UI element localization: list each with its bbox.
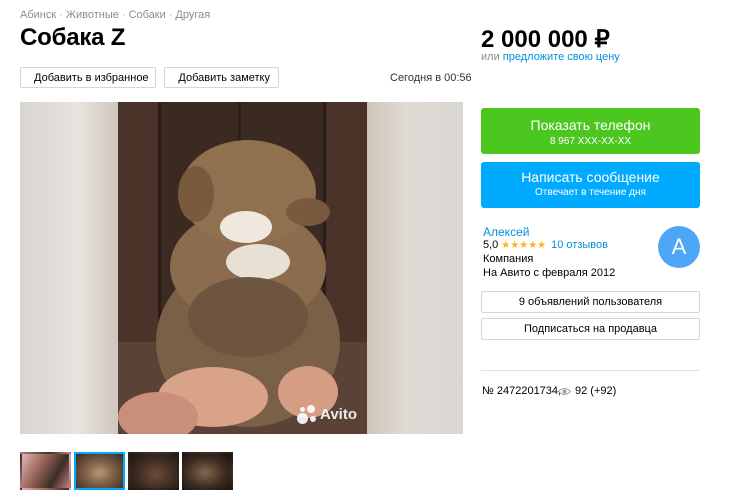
dog-photo[interactable] <box>118 102 367 434</box>
eye-icon <box>558 387 571 395</box>
views-counter: 92 (+92) <box>558 385 616 397</box>
reviews-link[interactable]: 10 отзывов <box>551 239 608 251</box>
breadcrumb-item[interactable]: Собаки <box>129 9 166 21</box>
show-phone-button[interactable]: Показать телефон 8 967 XXX-XX-XX <box>481 108 700 154</box>
response-time: Отвечает в течение дня <box>535 187 646 198</box>
seller-name-link[interactable]: Алексей <box>483 225 529 239</box>
show-phone-label: Показать телефон <box>530 117 651 133</box>
breadcrumb-item[interactable]: Абинск <box>20 9 56 21</box>
add-to-favorites-label: Добавить в избранное <box>34 71 149 84</box>
photo-blur-left <box>20 102 118 434</box>
divider <box>481 370 700 371</box>
photo-gallery[interactable]: Avito <box>20 102 463 434</box>
price: 2 000 000 ₽ <box>481 26 610 53</box>
thumbnail[interactable] <box>20 452 71 490</box>
breadcrumb-item[interactable]: Животные <box>66 9 119 21</box>
rating-stars-icon: ★★★★★ <box>501 239 547 251</box>
offer-price-link[interactable]: предложите свою цену <box>503 51 620 63</box>
avito-watermark: Avito <box>297 404 357 424</box>
thumbnail[interactable] <box>128 452 179 490</box>
seller-rating: 5,0 ★★★★★ 10 отзывов <box>483 239 608 251</box>
add-note-label: Добавить заметку <box>178 71 270 84</box>
phone-masked: 8 967 XXX-XX-XX <box>549 136 632 147</box>
offer-prefix: или <box>481 51 500 63</box>
thumbnail[interactable] <box>182 452 233 490</box>
avito-logo-icon <box>297 404 317 424</box>
add-note-button[interactable]: Добавить заметку <box>164 67 279 88</box>
breadcrumb-item[interactable]: Другая <box>175 9 210 21</box>
item-number: № 2472201734, <box>482 385 562 397</box>
offer-price-line: или предложите свою цену <box>481 51 620 63</box>
seller-avatar[interactable]: А <box>658 226 700 268</box>
rating-value: 5,0 <box>483 239 499 251</box>
subscribe-seller-button[interactable]: Подписаться на продавца <box>481 318 700 340</box>
avito-watermark-text: Avito <box>320 405 357 423</box>
seller-since: На Авито с февраля 2012 <box>483 267 616 279</box>
write-message-button[interactable]: Написать сообщение Отвечает в течение дн… <box>481 162 700 208</box>
photo-blur-right <box>367 102 463 434</box>
thumbnail-strip <box>20 452 233 490</box>
thumbnail-active[interactable] <box>74 452 125 490</box>
published-date: Сегодня в 00:56 <box>390 72 472 84</box>
seller-type: Компания <box>483 253 534 265</box>
views-count: 92 (+92) <box>575 385 617 397</box>
seller-ads-button[interactable]: 9 объявлений пользователя <box>481 291 700 313</box>
breadcrumb: Абинск · Животные · Собаки · Другая <box>20 9 211 21</box>
page-title: Собака Z <box>20 24 126 51</box>
write-message-label: Написать сообщение <box>521 169 660 185</box>
add-to-favorites-button[interactable]: Добавить в избранное <box>20 67 156 88</box>
